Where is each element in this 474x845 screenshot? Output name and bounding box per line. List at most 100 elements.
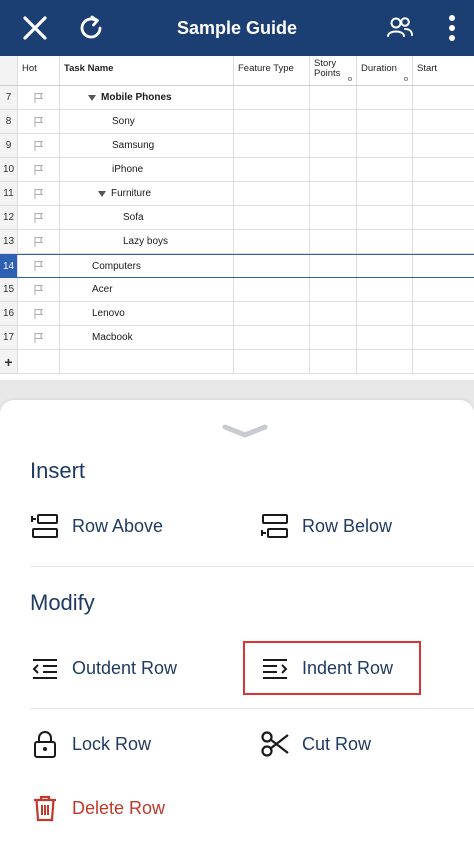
column-header-feature-type[interactable]: Feature Type xyxy=(234,56,310,85)
task-cell[interactable]: Furniture xyxy=(60,182,234,205)
row-number[interactable]: 16 xyxy=(0,302,18,325)
row-number[interactable]: 13 xyxy=(0,230,18,253)
duration-cell[interactable] xyxy=(357,255,413,277)
hot-cell[interactable] xyxy=(18,158,60,181)
story-cell[interactable] xyxy=(310,110,357,133)
duration-cell[interactable] xyxy=(357,182,413,205)
duration-cell[interactable] xyxy=(357,278,413,301)
duration-cell[interactable] xyxy=(357,158,413,181)
table-row[interactable]: 8 Sony xyxy=(0,110,474,134)
add-row-button[interactable]: + xyxy=(0,350,18,373)
row-above-button[interactable]: Row Above xyxy=(30,506,163,546)
table-row-selected[interactable]: 14 Computers xyxy=(0,254,474,278)
start-cell[interactable] xyxy=(413,326,474,349)
duration-cell[interactable] xyxy=(357,302,413,325)
hot-cell[interactable] xyxy=(18,110,60,133)
task-cell[interactable]: Lazy boys xyxy=(60,230,234,253)
row-number[interactable]: 10 xyxy=(0,158,18,181)
hot-cell[interactable] xyxy=(18,326,60,349)
start-cell[interactable] xyxy=(413,278,474,301)
story-cell[interactable] xyxy=(310,326,357,349)
collapse-triangle-icon[interactable] xyxy=(98,190,106,197)
hot-cell[interactable] xyxy=(18,278,60,301)
row-number[interactable]: 15 xyxy=(0,278,18,301)
story-cell[interactable] xyxy=(310,230,357,253)
feature-cell[interactable] xyxy=(234,302,310,325)
duration-cell[interactable] xyxy=(357,230,413,253)
cut-row-button[interactable]: Cut Row xyxy=(260,724,371,764)
story-cell[interactable] xyxy=(310,182,357,205)
story-cell[interactable] xyxy=(310,302,357,325)
hot-cell[interactable] xyxy=(18,206,60,229)
start-cell[interactable] xyxy=(413,255,474,277)
start-cell[interactable] xyxy=(413,182,474,205)
more-button[interactable] xyxy=(440,0,464,56)
story-cell[interactable] xyxy=(310,278,357,301)
duration-cell[interactable] xyxy=(357,110,413,133)
column-header-story-points[interactable]: Story Points xyxy=(310,56,357,85)
start-cell[interactable] xyxy=(413,206,474,229)
task-cell[interactable]: Computers xyxy=(60,255,234,277)
lock-row-button[interactable]: Lock Row xyxy=(30,724,151,764)
table-row[interactable]: 10 iPhone xyxy=(0,158,474,182)
hot-cell[interactable] xyxy=(18,230,60,253)
row-number[interactable]: 7 xyxy=(0,86,18,109)
table-row[interactable]: 17 Macbook xyxy=(0,326,474,350)
story-cell[interactable] xyxy=(310,86,357,109)
corner-cell[interactable] xyxy=(0,56,18,85)
table-row[interactable]: 7 Mobile Phones xyxy=(0,86,474,110)
task-cell[interactable]: Sofa xyxy=(60,206,234,229)
table-row[interactable]: 11 Furniture xyxy=(0,182,474,206)
feature-cell[interactable] xyxy=(234,86,310,109)
close-button[interactable] xyxy=(14,0,56,56)
story-cell[interactable] xyxy=(310,158,357,181)
add-row[interactable]: + xyxy=(0,350,474,374)
start-cell[interactable] xyxy=(413,86,474,109)
feature-cell[interactable] xyxy=(234,326,310,349)
start-cell[interactable] xyxy=(413,230,474,253)
table-row[interactable]: 9 Samsung xyxy=(0,134,474,158)
sheet-handle-chevron-icon[interactable] xyxy=(221,424,269,438)
table-row[interactable]: 13 Lazy boys xyxy=(0,230,474,254)
table-row[interactable]: 15 Acer xyxy=(0,278,474,302)
hot-cell[interactable] xyxy=(18,182,60,205)
row-number[interactable]: 11 xyxy=(0,182,18,205)
story-cell[interactable] xyxy=(310,206,357,229)
feature-cell[interactable] xyxy=(234,230,310,253)
start-cell[interactable] xyxy=(413,110,474,133)
feature-cell[interactable] xyxy=(234,278,310,301)
feature-cell[interactable] xyxy=(234,255,310,277)
refresh-button[interactable] xyxy=(70,0,112,56)
task-cell[interactable]: Macbook xyxy=(60,326,234,349)
start-cell[interactable] xyxy=(413,158,474,181)
row-number[interactable]: 12 xyxy=(0,206,18,229)
duration-cell[interactable] xyxy=(357,326,413,349)
feature-cell[interactable] xyxy=(234,206,310,229)
hot-cell[interactable] xyxy=(18,86,60,109)
feature-cell[interactable] xyxy=(234,110,310,133)
hot-cell[interactable] xyxy=(18,255,60,277)
share-people-button[interactable] xyxy=(380,0,420,56)
column-header-task-name[interactable]: Task Name xyxy=(60,56,234,85)
row-number[interactable]: 9 xyxy=(0,134,18,157)
task-cell[interactable]: Lenovo xyxy=(60,302,234,325)
collapse-triangle-icon[interactable] xyxy=(88,94,96,101)
task-cell[interactable]: Sony xyxy=(60,110,234,133)
outdent-row-button[interactable]: Outdent Row xyxy=(30,648,177,688)
table-row[interactable]: 12 Sofa xyxy=(0,206,474,230)
row-number[interactable]: 14 xyxy=(0,255,18,277)
row-number[interactable]: 17 xyxy=(0,326,18,349)
task-cell[interactable]: Samsung xyxy=(60,134,234,157)
column-header-start[interactable]: Start xyxy=(413,56,474,85)
story-cell[interactable] xyxy=(310,134,357,157)
start-cell[interactable] xyxy=(413,134,474,157)
table-row[interactable]: 16 Lenovo xyxy=(0,302,474,326)
hot-cell[interactable] xyxy=(18,302,60,325)
task-cell[interactable]: Mobile Phones xyxy=(60,86,234,109)
column-header-hot[interactable]: Hot xyxy=(18,56,60,85)
task-cell[interactable]: Acer xyxy=(60,278,234,301)
hot-cell[interactable] xyxy=(18,134,60,157)
feature-cell[interactable] xyxy=(234,134,310,157)
row-below-button[interactable]: Row Below xyxy=(260,506,392,546)
task-cell[interactable]: iPhone xyxy=(60,158,234,181)
